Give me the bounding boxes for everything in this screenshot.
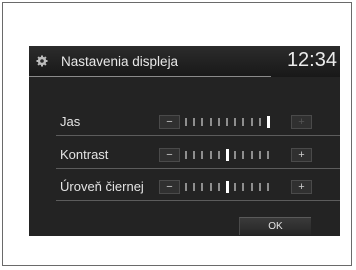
slider-thumb[interactable] bbox=[226, 181, 229, 193]
level-slider[interactable] bbox=[185, 149, 285, 161]
slider-tick bbox=[217, 118, 220, 126]
screen-header: Nastavenia displeja 12:34 bbox=[29, 46, 340, 77]
slider-tick bbox=[258, 183, 261, 191]
display-screen: Nastavenia displeja 12:34 Jas − + Kontra… bbox=[29, 46, 340, 236]
slider-tick bbox=[242, 151, 245, 159]
slider-tick bbox=[193, 183, 196, 191]
ok-button[interactable]: OK bbox=[239, 217, 311, 235]
level-slider[interactable] bbox=[185, 116, 285, 128]
setting-label: Jas bbox=[60, 114, 81, 129]
decrease-button[interactable]: − bbox=[159, 115, 180, 129]
slider-tick bbox=[242, 183, 245, 191]
setting-row-uroven-ciernej: Úroveň čiernej − + bbox=[56, 175, 340, 201]
row-divider bbox=[56, 135, 340, 136]
gear-icon bbox=[36, 55, 48, 67]
clock: 12:34 bbox=[286, 49, 337, 71]
slider-tick bbox=[209, 118, 212, 126]
slider-tick bbox=[217, 183, 220, 191]
decrease-button[interactable]: − bbox=[159, 180, 180, 194]
slider-thumb[interactable] bbox=[226, 149, 229, 161]
slider-tick bbox=[258, 151, 261, 159]
slider-tick bbox=[242, 118, 245, 126]
slider-tick bbox=[209, 183, 212, 191]
setting-row-jas: Jas − + bbox=[56, 110, 340, 136]
slider-tick bbox=[234, 151, 237, 159]
slider-tick bbox=[193, 151, 196, 159]
slider-tick bbox=[201, 151, 204, 159]
slider-tick bbox=[234, 118, 237, 126]
slider-tick bbox=[267, 183, 269, 191]
slider-tick bbox=[193, 118, 196, 126]
slider-tick bbox=[234, 183, 237, 191]
slider-tick bbox=[185, 183, 187, 191]
increase-button[interactable]: + bbox=[291, 148, 312, 162]
setting-row-kontrast: Kontrast − + bbox=[56, 143, 340, 169]
increase-button[interactable]: + bbox=[291, 115, 312, 129]
manual-figure-frame: Nastavenia displeja 12:34 Jas − + Kontra… bbox=[2, 2, 352, 266]
slider-tick bbox=[250, 183, 253, 191]
setting-label: Kontrast bbox=[60, 147, 109, 162]
decrease-button[interactable]: − bbox=[159, 148, 180, 162]
slider-tick bbox=[217, 151, 220, 159]
slider-tick bbox=[209, 151, 212, 159]
slider-tick bbox=[258, 118, 261, 126]
page-title: Nastavenia displeja bbox=[61, 54, 179, 69]
slider-tick bbox=[250, 118, 253, 126]
setting-label: Úroveň čiernej bbox=[60, 179, 144, 194]
slider-tick bbox=[185, 151, 187, 159]
slider-tick bbox=[250, 151, 253, 159]
slider-thumb[interactable] bbox=[267, 116, 270, 128]
slider-tick bbox=[267, 151, 269, 159]
header-divider bbox=[29, 76, 271, 77]
slider-tick bbox=[201, 118, 204, 126]
row-divider bbox=[56, 168, 340, 169]
row-divider bbox=[56, 200, 340, 201]
slider-tick bbox=[226, 118, 228, 126]
increase-button[interactable]: + bbox=[291, 180, 312, 194]
slider-tick bbox=[201, 183, 204, 191]
slider-tick bbox=[185, 118, 187, 126]
level-slider[interactable] bbox=[185, 181, 285, 193]
